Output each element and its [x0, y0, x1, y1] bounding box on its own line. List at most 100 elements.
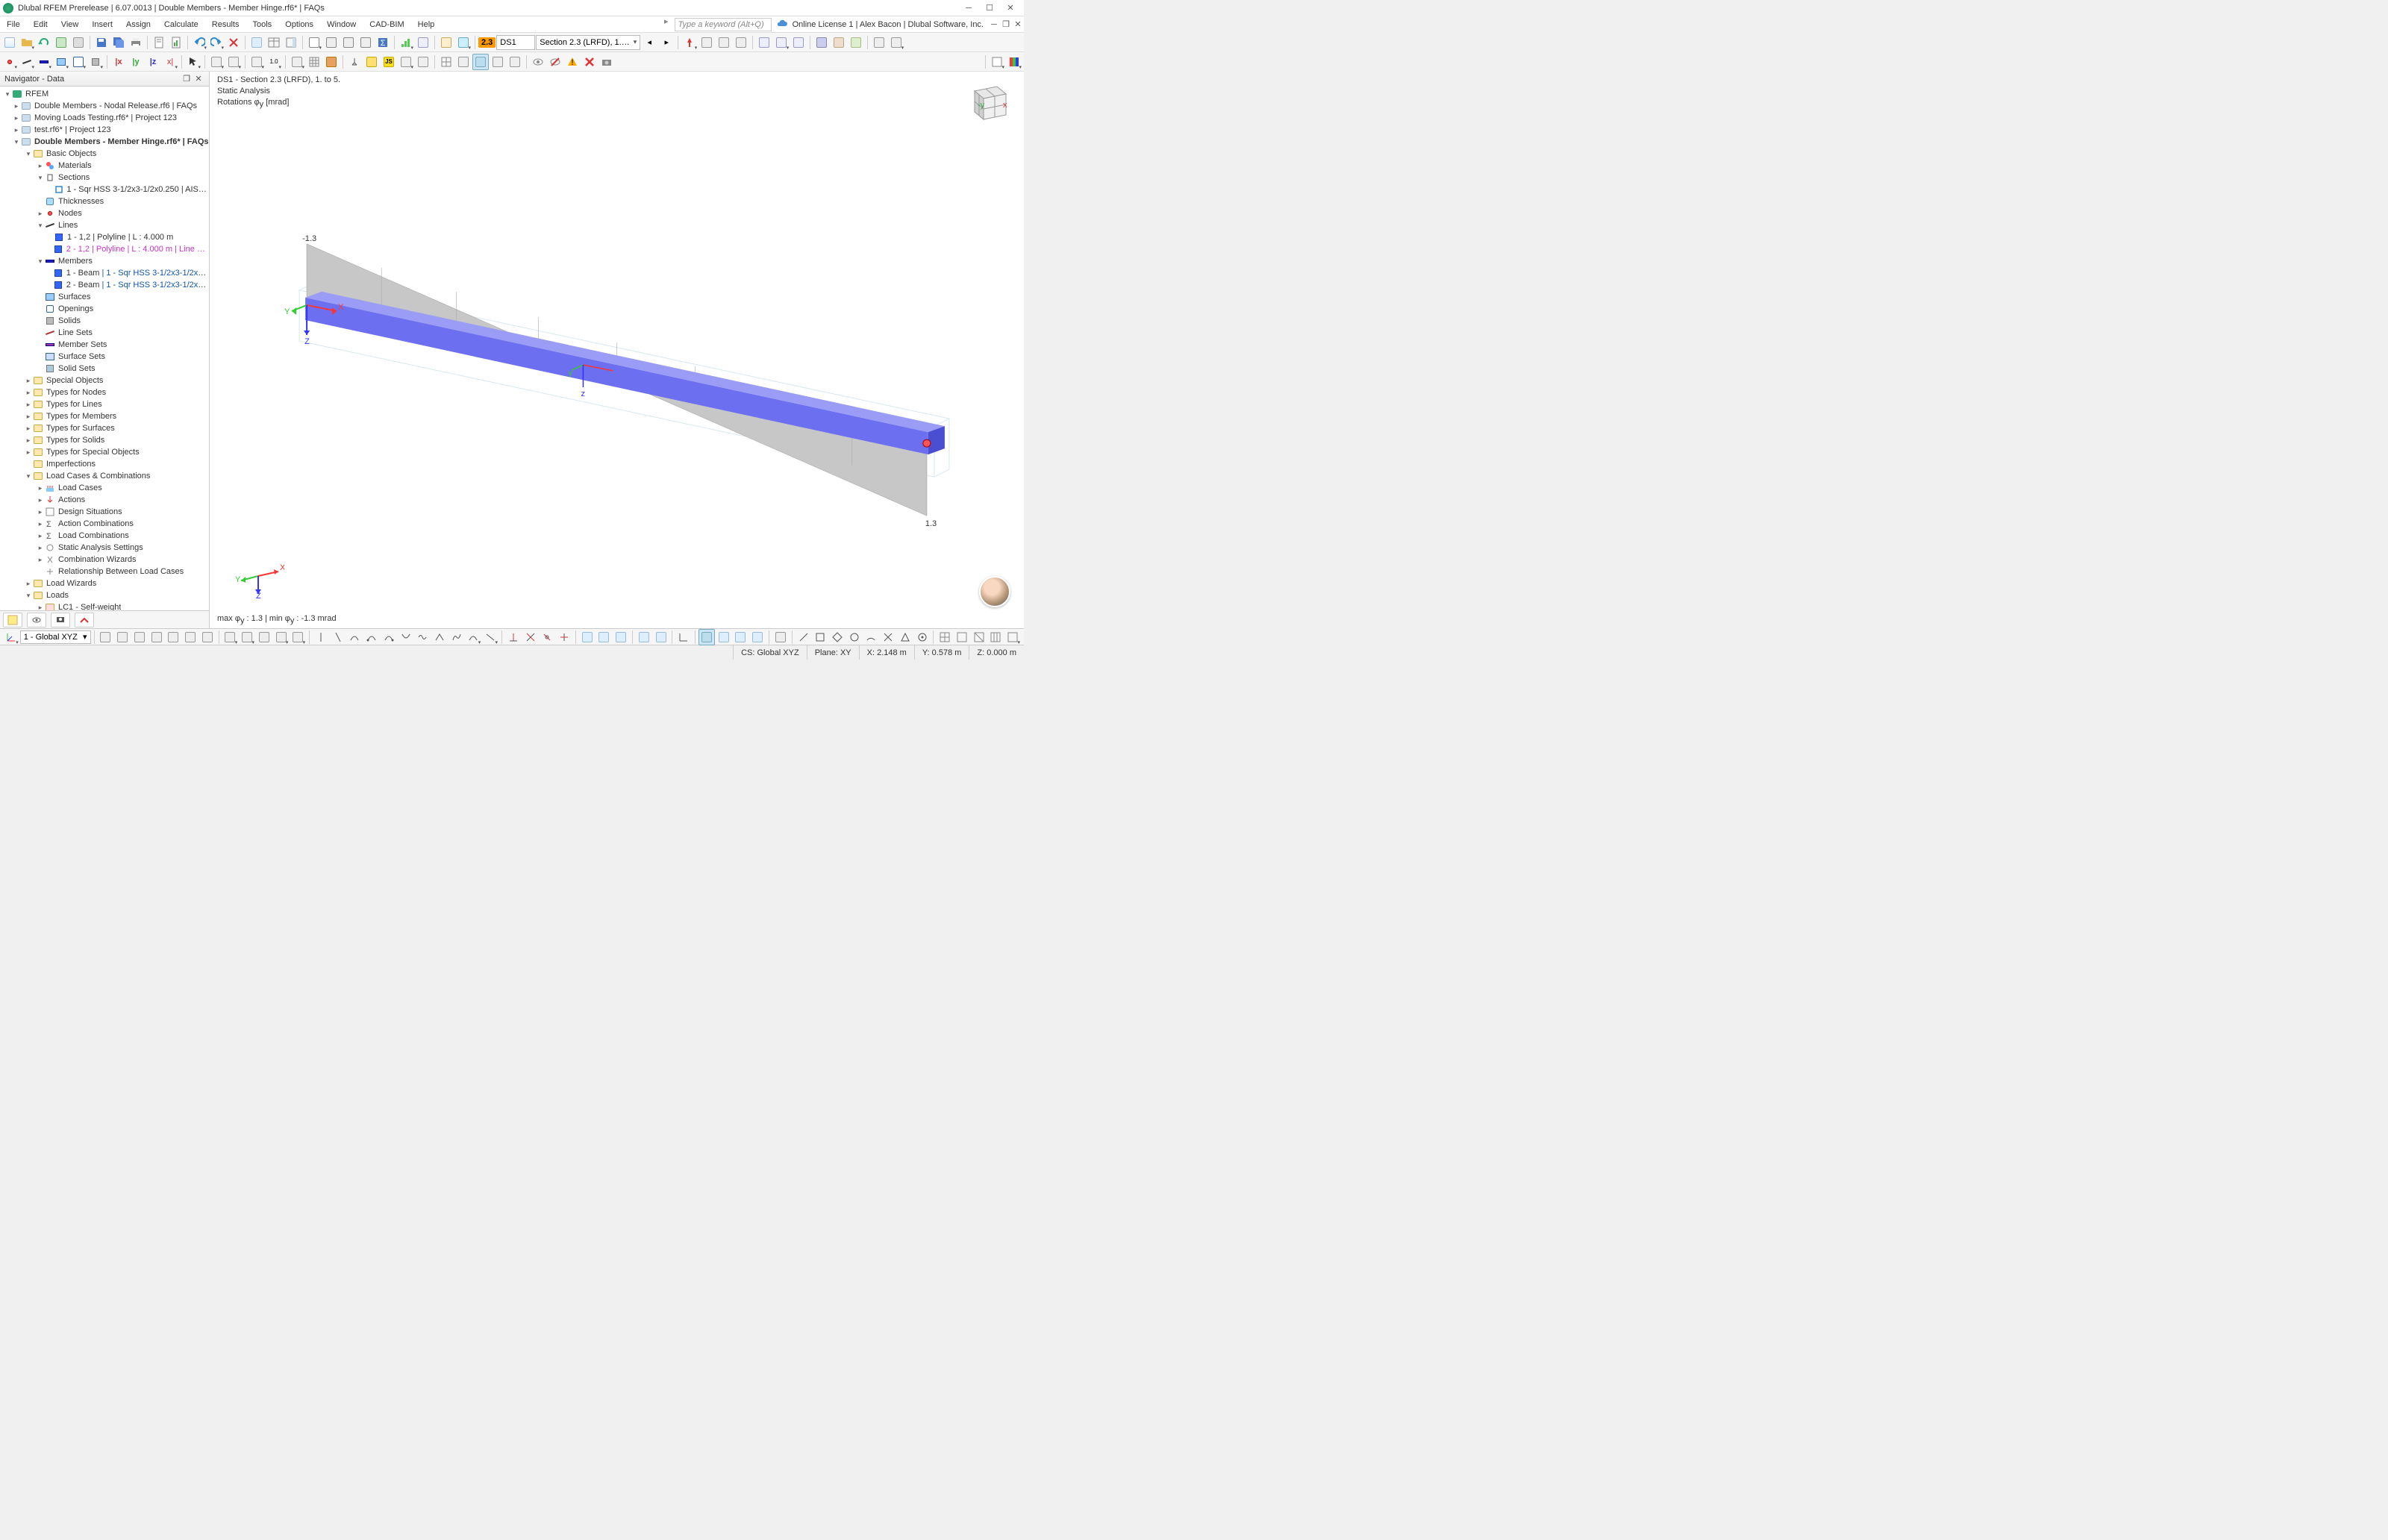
tree-sections[interactable]: Sections — [58, 173, 90, 182]
bb-r-1[interactable] — [579, 629, 596, 645]
project-manager-button[interactable] — [323, 34, 340, 51]
osnap-button[interactable] — [472, 54, 489, 70]
cs-combo[interactable]: 1 - Global XYZ▾ — [20, 630, 91, 644]
bb-arc-6[interactable] — [431, 629, 448, 645]
tree-line-sets[interactable]: Line Sets — [58, 328, 93, 337]
new-solid-button[interactable] — [87, 54, 104, 70]
bb-arc-7[interactable] — [448, 629, 465, 645]
bb-r-5[interactable] — [653, 629, 669, 645]
close-model-button[interactable] — [70, 34, 87, 51]
tree-types-members[interactable]: Types for Members — [46, 412, 116, 421]
loadcase-combo[interactable]: DS1 — [496, 35, 535, 50]
tb-icon-7[interactable] — [871, 34, 887, 51]
menu-window[interactable]: Window — [320, 16, 363, 32]
dim-x2-button[interactable]: x| — [162, 54, 178, 70]
open-button[interactable] — [19, 34, 35, 51]
units-button[interactable] — [438, 34, 454, 51]
tree-load-comb[interactable]: Load Combinations — [58, 531, 129, 540]
warning-button[interactable]: ! — [564, 54, 581, 70]
bb-arc-8[interactable] — [466, 629, 482, 645]
show-loads-button[interactable] — [681, 34, 698, 51]
menu-file[interactable]: File — [0, 16, 27, 32]
bb-shape-sq[interactable] — [812, 629, 828, 645]
tree-member-1[interactable]: 1 - Beam | 1 - Sqr HSS 3-1/2x3-1/2x0.250… — [66, 269, 209, 278]
tree-members[interactable]: Members — [58, 257, 93, 266]
new-model-button[interactable] — [1, 34, 18, 51]
tree-types-nodes[interactable]: Types for Nodes — [46, 388, 106, 397]
tb-icon-4[interactable] — [756, 34, 772, 51]
save-all-button[interactable] — [110, 34, 127, 51]
bb-arc-2[interactable] — [363, 629, 380, 645]
assistant-avatar[interactable] — [979, 576, 1010, 607]
tree-surface-sets[interactable]: Surface Sets — [58, 352, 105, 361]
tree-imperfections[interactable]: Imperfections — [46, 460, 96, 469]
tb-icon-2[interactable] — [716, 34, 732, 51]
tree-load-wizards[interactable]: Load Wizards — [46, 579, 96, 588]
script-button[interactable] — [398, 54, 414, 70]
bb-grid-5[interactable] — [1004, 629, 1021, 645]
navigation-cube[interactable]: x -y — [966, 81, 1010, 121]
undo-button[interactable] — [191, 34, 207, 51]
tree-solid-sets[interactable]: Solid Sets — [58, 364, 96, 373]
navigator-close-button[interactable]: ✕ — [193, 73, 204, 85]
plausibility-button[interactable] — [357, 34, 374, 51]
nav-bottom-results-button[interactable] — [75, 613, 94, 627]
bb-btn-2[interactable] — [114, 629, 131, 645]
tree-line-2[interactable]: 2 - 1,2 | Polyline | L : 4.000 m | Line … — [66, 245, 209, 254]
bb-perp-3[interactable] — [539, 629, 555, 645]
tree-types-solids[interactable]: Types for Solids — [46, 436, 104, 445]
bb-btn-3[interactable] — [131, 629, 148, 645]
mesh-button[interactable] — [306, 54, 322, 70]
cancel-button[interactable] — [225, 34, 242, 51]
extrude-button[interactable] — [289, 54, 305, 70]
bb-shape-line[interactable] — [796, 629, 812, 645]
tree-section-item[interactable]: 1 - Sqr HSS 3-1/2x3-1/2x0.250 | AISC 16 — [66, 185, 209, 194]
calculate-button[interactable]: Σ — [375, 34, 391, 51]
result-diagrams-button[interactable] — [415, 34, 431, 51]
navigator-float-button[interactable]: ❐ — [181, 73, 193, 85]
view-hide-button[interactable] — [547, 54, 563, 70]
tree-current-project[interactable]: Double Members - Member Hinge.rf6* | FAQ… — [34, 137, 209, 146]
tb2-icon-1[interactable] — [415, 54, 431, 70]
bb-btn-9[interactable] — [239, 629, 255, 645]
tree-nodes[interactable]: Nodes — [58, 209, 82, 218]
new-surface-button[interactable] — [53, 54, 69, 70]
bb-r-4[interactable] — [636, 629, 652, 645]
bb-grid-3[interactable] — [971, 629, 987, 645]
tree-line-1[interactable]: 1 - 1,2 | Polyline | L : 4.000 m — [67, 233, 173, 242]
close-button[interactable]: ✕ — [1000, 1, 1021, 16]
bb-r-7[interactable] — [698, 629, 715, 645]
tree-openings[interactable]: Openings — [58, 304, 93, 313]
tree-materials[interactable]: Materials — [58, 161, 92, 170]
view-show-button[interactable] — [530, 54, 546, 70]
grid-button[interactable] — [438, 54, 454, 70]
bb-shape-circle[interactable] — [846, 629, 863, 645]
bb-btn-1[interactable] — [98, 629, 114, 645]
bb-r-10[interactable] — [749, 629, 766, 645]
bb-arc-3[interactable] — [381, 629, 397, 645]
bb-btn-7[interactable] — [199, 629, 216, 645]
bb-grid-4[interactable] — [988, 629, 1004, 645]
mdi-close-button[interactable]: ✕ — [1012, 16, 1024, 32]
tree-thicknesses[interactable]: Thicknesses — [58, 197, 104, 206]
bb-btn-8[interactable] — [222, 629, 239, 645]
new-opening-button[interactable] — [70, 54, 87, 70]
dim-x-button[interactable]: |x — [110, 54, 127, 70]
nav-bottom-views-button[interactable] — [51, 613, 70, 627]
bb-perp-2[interactable] — [522, 629, 539, 645]
report-graphic-button[interactable] — [168, 34, 184, 51]
bb-r-2[interactable] — [596, 629, 613, 645]
bb-r-9[interactable] — [733, 629, 749, 645]
bb-r-11[interactable] — [772, 629, 789, 645]
tree-loads[interactable]: Loads — [46, 591, 69, 600]
model-check-button[interactable] — [340, 34, 357, 51]
bb-arc-9[interactable] — [482, 629, 498, 645]
bb-btn-6[interactable] — [182, 629, 199, 645]
cloud-icon[interactable] — [776, 16, 788, 32]
menu-options[interactable]: Options — [278, 16, 320, 32]
divide-button[interactable] — [249, 54, 265, 70]
bb-grid-1[interactable] — [937, 629, 953, 645]
menu-tools[interactable]: Tools — [246, 16, 278, 32]
concrete-design-button[interactable] — [831, 34, 847, 51]
menu-edit[interactable]: Edit — [27, 16, 54, 32]
